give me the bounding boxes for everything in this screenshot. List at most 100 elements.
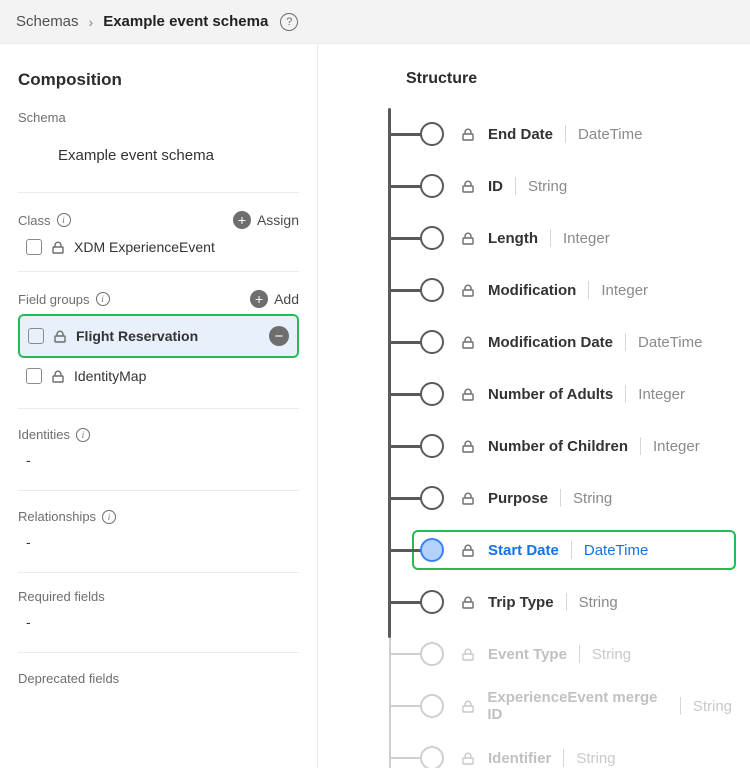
identities-value: - — [18, 442, 299, 484]
tree-node[interactable]: IDString — [388, 160, 732, 212]
tree-node[interactable]: ExperienceEvent merge IDString — [388, 680, 732, 732]
tree-node[interactable]: Length Integer — [388, 212, 732, 264]
tree-node[interactable]: Number of AdultsInteger — [388, 368, 732, 420]
field-name: End Date — [488, 126, 553, 143]
checkbox[interactable] — [28, 328, 44, 344]
info-icon[interactable]: i — [96, 292, 110, 306]
lock-icon — [462, 232, 476, 245]
required-fields-label: Required fields — [18, 589, 299, 604]
field-name: Identifier — [488, 750, 551, 767]
lock-icon — [462, 388, 476, 401]
field-group-item[interactable]: Flight Reservation − — [20, 316, 297, 356]
lock-icon — [462, 648, 476, 661]
lock-icon — [462, 284, 476, 297]
field-type: Integer — [601, 282, 648, 299]
tree-node-dot — [420, 486, 444, 510]
deprecated-fields-label: Deprecated fields — [18, 671, 299, 686]
field-type: DateTime — [638, 334, 702, 351]
field-type: Integer — [563, 230, 610, 247]
tree-node-dot — [420, 538, 444, 562]
tree-node-dot — [420, 642, 444, 666]
field-groups-label: Field groups — [18, 292, 90, 307]
field-type: String — [592, 646, 631, 663]
lock-icon — [462, 544, 476, 557]
checkbox[interactable] — [26, 368, 42, 384]
chevron-right-icon: › — [89, 14, 94, 30]
tree-node[interactable]: PurposeString — [388, 472, 732, 524]
lock-icon — [52, 370, 64, 383]
divider — [550, 229, 551, 247]
tree-branch — [390, 237, 424, 240]
tree-node[interactable]: ModificationInteger — [388, 264, 732, 316]
checkbox[interactable] — [26, 239, 42, 255]
lock-icon — [462, 128, 476, 141]
tree-node[interactable]: Event Type String — [388, 628, 732, 680]
info-icon[interactable]: i — [76, 428, 90, 442]
assign-button[interactable]: + Assign — [233, 211, 299, 229]
field-name: ExperienceEvent merge ID — [487, 689, 668, 723]
tree-node-dot — [420, 590, 444, 614]
tree-branch — [390, 757, 424, 759]
tree-branch — [390, 445, 424, 448]
tree-branch — [390, 289, 424, 292]
tree-branch — [390, 133, 424, 136]
plus-icon: + — [250, 290, 268, 308]
divider — [18, 490, 299, 491]
field-name: Start Date — [488, 542, 559, 559]
tree-branch — [390, 653, 424, 655]
class-item[interactable]: XDM ExperienceEvent — [18, 229, 299, 265]
help-icon[interactable]: ? — [280, 13, 298, 31]
tree-node[interactable]: Modification Date DateTime — [388, 316, 732, 368]
lock-icon — [462, 700, 475, 713]
tree-node[interactable]: Trip Type String — [388, 576, 732, 628]
field-name: Number of Adults — [488, 386, 613, 403]
divider — [625, 385, 626, 403]
info-icon[interactable]: i — [57, 213, 71, 227]
tree-branch — [390, 601, 424, 604]
divider — [640, 437, 641, 455]
remove-icon[interactable]: − — [269, 326, 289, 346]
identities-label: Identities — [18, 427, 70, 442]
schema-name[interactable]: Example event schema — [18, 125, 299, 186]
field-name: Number of Children — [488, 438, 628, 455]
tree-node[interactable]: Start Date DateTime — [388, 524, 732, 576]
lock-icon — [462, 752, 476, 765]
tree-node-dot — [420, 434, 444, 458]
info-icon[interactable]: i — [102, 510, 116, 524]
tree-node-dot — [420, 226, 444, 250]
divider — [18, 652, 299, 653]
tree-node[interactable]: Number of ChildrenInteger — [388, 420, 732, 472]
tree-node-dot — [420, 174, 444, 198]
add-field-group-button[interactable]: + Add — [250, 290, 299, 308]
plus-icon: + — [233, 211, 251, 229]
field-name: Length — [488, 230, 538, 247]
required-fields-value: - — [18, 604, 299, 646]
field-type: String — [579, 594, 618, 611]
tree-branch — [390, 393, 424, 396]
tree-node-dot — [420, 694, 444, 718]
field-group-item[interactable]: IdentityMap — [18, 358, 299, 394]
field-name: Trip Type — [488, 594, 554, 611]
field-name: Modification Date — [488, 334, 613, 351]
lock-icon — [462, 336, 476, 349]
field-type: String — [576, 750, 615, 767]
divider — [566, 593, 567, 611]
tree-branch — [390, 549, 424, 552]
lock-icon — [462, 180, 476, 193]
field-type: DateTime — [584, 542, 648, 559]
field-name: Purpose — [488, 490, 548, 507]
field-name: Event Type — [488, 646, 567, 663]
relationships-value: - — [18, 524, 299, 566]
composition-title: Composition — [18, 70, 299, 90]
breadcrumb-root[interactable]: Schemas — [16, 13, 79, 30]
lock-icon — [462, 596, 476, 609]
tree-node-dot — [420, 746, 444, 768]
breadcrumb-current: Example event schema — [103, 13, 268, 30]
tree-node-dot — [420, 330, 444, 354]
tree-node[interactable]: End DateDateTime — [388, 108, 732, 160]
divider — [565, 125, 566, 143]
tree-branch — [390, 185, 424, 188]
tree-node[interactable]: Identifier String — [388, 732, 732, 768]
divider — [18, 192, 299, 193]
divider — [18, 572, 299, 573]
